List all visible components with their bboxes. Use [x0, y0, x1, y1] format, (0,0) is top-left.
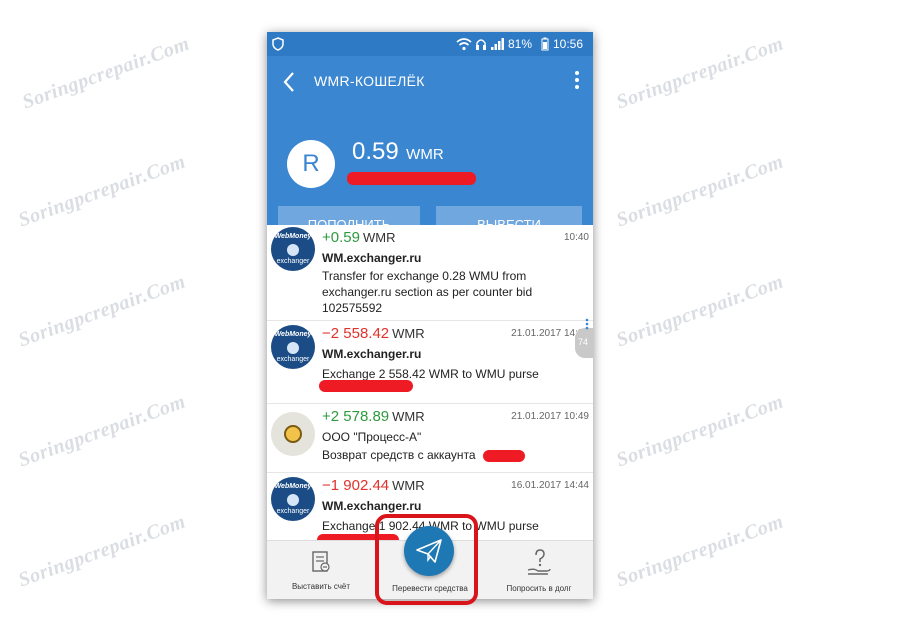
watermark-text: Soringpcrepair.Com: [613, 32, 787, 114]
transaction-counterparty: WM.exchanger.ru: [322, 251, 422, 265]
amount-unit: WMR: [392, 409, 425, 424]
balance-currency: WMR: [406, 146, 444, 163]
watermark-text: Soringpcrepair.Com: [613, 510, 787, 592]
webmoney-logo: WebMoney exchanger: [271, 325, 315, 369]
list-item[interactable]: WebMoney exchanger +0.59 WMR 10:40 WM.exc…: [267, 225, 593, 321]
transaction-date: 10:40: [563, 232, 589, 243]
highlight-frame: [375, 514, 478, 605]
amount-unit: WMR: [392, 326, 425, 341]
redaction-mark: [347, 172, 476, 185]
processa-logo: [271, 412, 315, 456]
transaction-amount: +2 578.89 WMR: [322, 408, 425, 425]
description-line: 102575592: [322, 301, 383, 315]
logo-text: WebMoney: [274, 483, 312, 490]
status-bar: 81% 10:56: [267, 32, 593, 56]
balance-value: 0.59: [352, 138, 399, 165]
clock-time: 10:56: [553, 37, 584, 51]
transaction-date: 16.01.2017 14:44: [511, 480, 589, 491]
amount-value: +0.59: [322, 229, 360, 246]
bee-icon: [284, 425, 302, 443]
headset-icon: [476, 39, 486, 50]
description-line: exchanger.ru section as per counter bid: [322, 285, 533, 299]
transaction-date: 21.01.2017 10:49: [511, 411, 589, 422]
list-item[interactable]: +2 578.89 WMR 21.01.2017 10:49 ООО "Проце…: [267, 404, 593, 473]
globe-icon: [287, 494, 299, 506]
back-arrow-icon[interactable]: [282, 71, 296, 93]
battery-percent: 81%: [508, 37, 533, 51]
webmoney-logo: WebMoney exchanger: [271, 227, 315, 271]
invoice-label: Выставить счёт: [291, 582, 351, 591]
transaction-amount: −2 558.42 WMR: [322, 325, 425, 342]
wifi-icon: [456, 38, 472, 51]
scroll-badge[interactable]: 74: [575, 328, 593, 358]
scroll-dots-icon: [585, 318, 589, 330]
watermark-text: Soringpcrepair.Com: [15, 390, 189, 472]
invoice-icon: [312, 551, 330, 572]
logo-text: exchanger: [276, 258, 310, 265]
app-bar: WMR-КОШЕЛЁК R 0.59 WMR ПОПОЛНИТЬ ВЫВЕСТИ: [267, 56, 593, 252]
amount-value: −2 558.42: [322, 325, 390, 342]
amount-unit: WMR: [392, 478, 425, 493]
logo-text: exchanger: [276, 508, 310, 515]
wallet-balance: 0.59 WMR: [352, 138, 444, 166]
transaction-counterparty: ООО "Процесс-А": [322, 430, 422, 444]
transaction-description: Transfer for exchange 0.28 WMU from exch…: [322, 268, 567, 316]
watermark-text: Soringpcrepair.Com: [613, 390, 787, 472]
description-line: Transfer for exchange 0.28 WMU from: [322, 269, 527, 283]
description-line: Возврат средств с аккаунта: [322, 448, 476, 462]
more-options-icon[interactable]: [574, 70, 580, 90]
wallet-avatar-letter: R: [302, 150, 320, 177]
hand-question-icon: [527, 549, 551, 575]
loan-nav-item[interactable]: Попросить в долг: [485, 541, 593, 599]
logo-text: WebMoney: [274, 233, 312, 240]
webmoney-logo: WebMoney exchanger: [271, 477, 315, 521]
logo-text: WebMoney: [274, 331, 312, 338]
shield-icon: [272, 37, 284, 51]
battery-icon: [541, 37, 549, 51]
transaction-counterparty: WM.exchanger.ru: [322, 347, 422, 361]
scroll-badge-count: 74: [578, 337, 589, 347]
transaction-amount: +0.59 WMR: [322, 229, 395, 246]
watermark-text: Soringpcrepair.Com: [19, 32, 193, 114]
logo-text: exchanger: [276, 356, 310, 363]
invoice-nav-item[interactable]: Выставить счёт: [267, 541, 375, 599]
watermark-text: Soringpcrepair.Com: [15, 150, 189, 232]
redaction-mark: [483, 450, 525, 462]
transaction-counterparty: WM.exchanger.ru: [322, 499, 422, 513]
globe-icon: [287, 244, 299, 256]
amount-value: −1 902.44: [322, 477, 390, 494]
amount-unit: WMR: [362, 230, 396, 245]
watermark-text: Soringpcrepair.Com: [15, 510, 189, 592]
loan-label: Попросить в долг: [506, 584, 572, 593]
amount-value: +2 578.89: [322, 408, 390, 425]
watermark-text: Soringpcrepair.Com: [613, 150, 787, 232]
page-title: WMR-КОШЕЛЁК: [314, 73, 425, 89]
redaction-mark: [319, 380, 413, 392]
transaction-amount: −1 902.44 WMR: [322, 477, 425, 494]
globe-icon: [287, 342, 299, 354]
list-item[interactable]: WebMoney exchanger −2 558.42 WMR 21.01.20…: [267, 321, 593, 404]
watermark-text: Soringpcrepair.Com: [613, 270, 787, 352]
watermark-text: Soringpcrepair.Com: [15, 270, 189, 352]
transaction-description: Возврат средств с аккаунта: [322, 447, 567, 463]
